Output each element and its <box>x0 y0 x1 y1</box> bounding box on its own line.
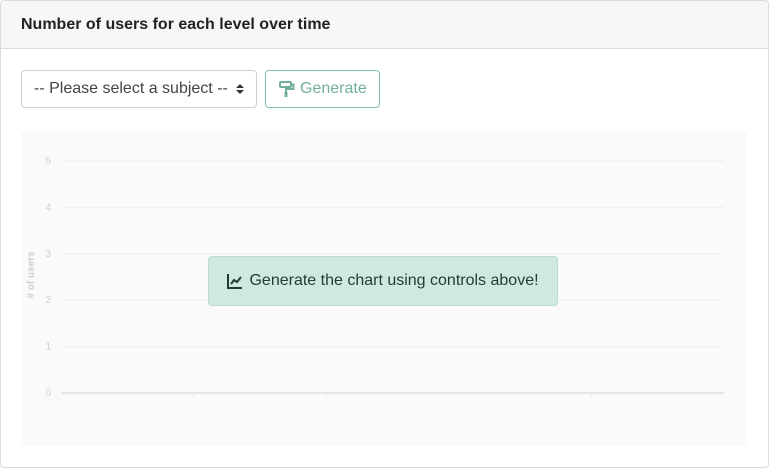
y-tick-label: 1 <box>45 342 51 353</box>
empty-state-alert: Generate the chart using controls above! <box>208 256 558 306</box>
y-tick-label: 2 <box>45 295 51 306</box>
paint-roller-icon <box>279 81 295 97</box>
subject-select[interactable]: -- Please select a subject -- <box>21 70 257 108</box>
chart-panel: Number of users for each level over time… <box>0 0 769 468</box>
select-arrows-icon <box>236 84 244 94</box>
panel-title: Number of users for each level over time <box>21 16 331 33</box>
y-axis-label: # of users <box>26 251 37 299</box>
panel-header: Number of users for each level over time <box>1 1 768 49</box>
empty-state-message: Generate the chart using controls above! <box>249 272 539 289</box>
generate-button-label: Generate <box>300 80 367 97</box>
generate-button[interactable]: Generate <box>265 70 380 108</box>
y-tick-label: 4 <box>45 202 51 213</box>
y-tick-label: 0 <box>45 388 51 399</box>
y-tick-label: 3 <box>45 249 51 260</box>
line-chart-icon <box>227 274 243 289</box>
subject-select-value: -- Please select a subject -- <box>34 80 228 97</box>
controls-bar: -- Please select a subject -- Generate <box>21 70 380 108</box>
y-tick-label: 5 <box>45 156 51 167</box>
